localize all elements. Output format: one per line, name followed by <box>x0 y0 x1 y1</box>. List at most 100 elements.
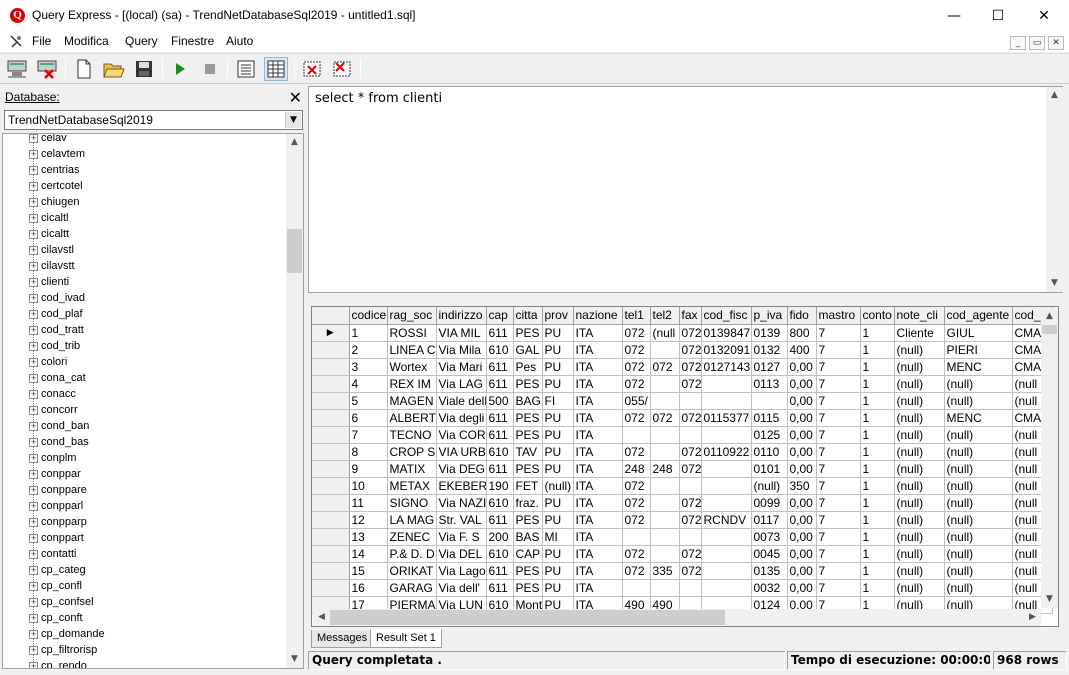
table-cell[interactable]: 1 <box>860 443 895 461</box>
table-cell[interactable]: (null) <box>944 375 1013 393</box>
table-cell[interactable]: Via degli <box>436 409 487 427</box>
table-cell[interactable]: 611 <box>486 426 514 444</box>
table-cell[interactable]: PU <box>542 511 574 529</box>
row-header[interactable] <box>312 426 350 444</box>
stop-icon[interactable] <box>198 57 222 81</box>
table-cell[interactable]: 7 <box>816 392 861 410</box>
table-cell[interactable]: PU <box>542 324 574 342</box>
expand-plus-icon[interactable]: + <box>29 661 38 668</box>
maximize-button[interactable]: ☐ <box>975 0 1021 32</box>
tree-item[interactable]: + cilavstl <box>29 244 74 260</box>
expand-plus-icon[interactable]: + <box>29 165 38 175</box>
row-header[interactable] <box>312 562 350 580</box>
table-cell[interactable]: 350 <box>787 477 817 495</box>
table-cell[interactable]: 0,00 <box>787 528 817 546</box>
table-cell[interactable]: (null) <box>944 477 1013 495</box>
table-cell[interactable]: Wortex <box>387 358 437 376</box>
table-cell[interactable] <box>679 477 702 495</box>
table-cell[interactable]: 0101 <box>751 460 788 478</box>
table-cell[interactable]: 0,00 <box>787 562 817 580</box>
table-cell[interactable]: (null) <box>894 375 945 393</box>
table-cell[interactable]: 0032 <box>751 579 788 597</box>
row-header[interactable] <box>312 528 350 546</box>
tree-item[interactable]: + cp_domande <box>29 628 105 644</box>
row-header[interactable] <box>312 460 350 478</box>
column-header[interactable]: mastro <box>816 307 861 325</box>
table-cell[interactable]: Via LAG <box>436 375 487 393</box>
table-cell[interactable]: ALBERT <box>387 409 437 427</box>
table-cell[interactable]: TAV <box>513 443 543 461</box>
menu-query[interactable]: Query <box>125 34 158 48</box>
table-cell[interactable]: Via Lago <box>436 562 487 580</box>
expand-plus-icon[interactable]: + <box>29 645 38 655</box>
table-cell[interactable]: 248 <box>650 460 680 478</box>
table-cell[interactable]: Str. VAL <box>436 511 487 529</box>
table-cell[interactable]: CAP <box>513 545 543 563</box>
chevron-down-icon[interactable]: ▼ <box>285 112 301 128</box>
table-cell[interactable]: PES <box>513 426 543 444</box>
table-cell[interactable] <box>650 545 680 563</box>
table-cell[interactable]: 7 <box>816 477 861 495</box>
column-header[interactable]: note_cli <box>894 307 945 325</box>
tree-item[interactable]: + conppart <box>29 532 84 548</box>
table-cell[interactable]: 072 <box>622 324 651 342</box>
table-cell[interactable]: 0,00 <box>787 511 817 529</box>
table-cell[interactable]: 7 <box>816 341 861 359</box>
table-cell[interactable]: 335 <box>650 562 680 580</box>
table-row[interactable]: 16 GARAG Via dell' 611 PES PU ITA 0032 0,00 7 1 (nu… <box>312 579 1053 597</box>
expand-plus-icon[interactable]: + <box>29 357 38 367</box>
table-cell[interactable]: 7 <box>816 358 861 376</box>
table-row[interactable]: 11 SIGNO Via NAZI 610 fraz. PU ITA 072 072 0099 0,… <box>312 494 1053 512</box>
table-cell[interactable]: CROP S <box>387 443 437 461</box>
expand-plus-icon[interactable]: + <box>29 613 38 623</box>
row-header[interactable] <box>312 409 350 427</box>
tree-item[interactable]: + conplm <box>29 452 76 468</box>
table-cell[interactable]: MAGEN <box>387 392 437 410</box>
scroll-up-icon[interactable]: ▲ <box>1041 308 1058 325</box>
table-cell[interactable]: 7 <box>816 375 861 393</box>
table-cell[interactable] <box>751 392 788 410</box>
table-cell[interactable]: 0,00 <box>787 579 817 597</box>
table-cell[interactable]: EKEBER <box>436 477 487 495</box>
table-cell[interactable]: TECNO <box>387 426 437 444</box>
table-cell[interactable]: (null) <box>944 460 1013 478</box>
scroll-thumb[interactable] <box>287 229 302 273</box>
table-cell[interactable]: 7 <box>816 324 861 342</box>
table-cell[interactable]: 7 <box>816 426 861 444</box>
table-cell[interactable]: MENC <box>944 358 1013 376</box>
table-cell[interactable]: 072 <box>679 511 702 529</box>
table-cell[interactable]: 1 <box>860 341 895 359</box>
expand-plus-icon[interactable]: + <box>29 181 38 191</box>
table-cell[interactable]: 1 <box>860 426 895 444</box>
table-row[interactable]: 12 LA MAG Str. VAL 611 PES PU ITA 072 072 RCNDV 01… <box>312 511 1053 529</box>
mdi-close-button[interactable]: ✕ <box>1048 36 1064 50</box>
tree-item[interactable]: + cond_bas <box>29 436 89 452</box>
open-folder-icon[interactable] <box>102 57 126 81</box>
table-cell[interactable]: ROSSI <box>387 324 437 342</box>
menu-finestre[interactable]: Finestre <box>171 34 214 48</box>
table-cell[interactable]: 13 <box>349 528 388 546</box>
column-header[interactable]: prov <box>542 307 574 325</box>
table-cell[interactable]: 0135 <box>751 562 788 580</box>
table-cell[interactable]: 611 <box>486 460 514 478</box>
clear-results-icon[interactable] <box>300 57 324 81</box>
table-cell[interactable]: (null <box>650 324 680 342</box>
table-cell[interactable]: 0110922 <box>701 443 752 461</box>
table-cell[interactable]: 072 <box>622 511 651 529</box>
tree-item[interactable]: + concorr <box>29 404 78 420</box>
expand-plus-icon[interactable]: + <box>29 421 38 431</box>
table-cell[interactable]: PU <box>542 579 574 597</box>
table-cell[interactable]: 610 <box>486 545 514 563</box>
table-cell[interactable] <box>701 460 752 478</box>
expand-plus-icon[interactable]: + <box>29 485 38 495</box>
table-cell[interactable]: (null) <box>894 545 945 563</box>
table-cell[interactable]: 500 <box>486 392 514 410</box>
tree-item[interactable]: + cod_plaf <box>29 308 83 324</box>
table-cell[interactable]: (null) <box>894 460 945 478</box>
table-cell[interactable]: ITA <box>573 545 623 563</box>
table-cell[interactable]: 0099 <box>751 494 788 512</box>
table-cell[interactable] <box>622 426 651 444</box>
table-cell[interactable]: 7 <box>349 426 388 444</box>
expand-plus-icon[interactable]: + <box>29 565 38 575</box>
table-cell[interactable]: (null) <box>944 494 1013 512</box>
